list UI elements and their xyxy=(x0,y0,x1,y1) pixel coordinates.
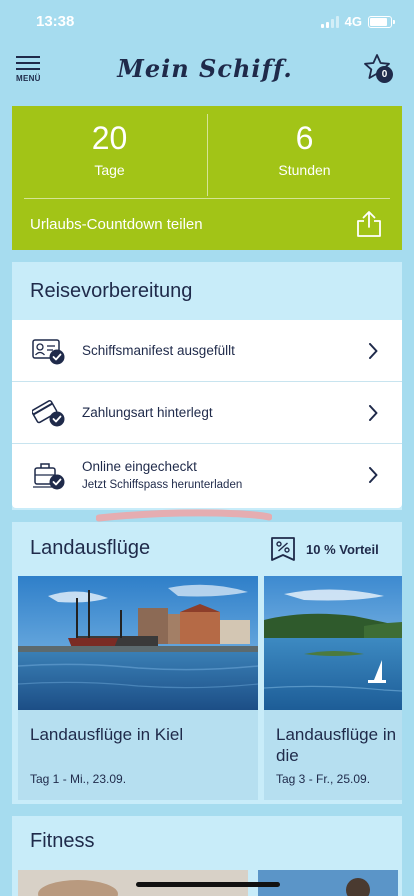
preparation-list: Schiffsmanifest ausgefüllt Zahlungsart h… xyxy=(12,320,402,508)
countdown-separator xyxy=(24,198,390,199)
discount-label: 10 % Vorteil xyxy=(306,541,379,557)
chevron-right-icon xyxy=(369,467,378,483)
section-title: Landausflüge xyxy=(30,537,151,559)
excursion-card-kiel[interactable]: Landausflüge in Kiel Tag 1 - Mi., 23.09. xyxy=(18,576,258,800)
list-item-label: Zahlungsart hinterlegt xyxy=(82,405,213,420)
brand-logo[interactable]: Mein Schiff. xyxy=(100,54,310,83)
excursion-card-title: Landausflüge in Fahrt durch die xyxy=(276,725,402,765)
hours-label: Stunden xyxy=(278,162,331,178)
excursions-section: Landausflüge 10 % Vorteil Landausflüge i… xyxy=(12,522,402,804)
signal-icon xyxy=(320,15,339,28)
percent-tag-icon xyxy=(271,537,295,561)
hours-value: 6 xyxy=(295,120,314,156)
fjord-sailboat-image xyxy=(264,576,402,710)
battery-icon xyxy=(368,15,395,28)
vacation-countdown: 20 Tage 6 Stunden Urlaubs-Countdown teil… xyxy=(12,106,402,250)
status-indicators: 4G xyxy=(320,14,395,29)
favorites-button[interactable]: 0 xyxy=(362,52,398,88)
luggage-check-icon xyxy=(33,463,65,490)
hamburger-icon xyxy=(16,56,40,58)
days-label: Tage xyxy=(94,162,125,178)
list-item-online-checkin[interactable]: Online eingecheckt Jetzt Schiffspass her… xyxy=(12,444,402,508)
share-icon[interactable] xyxy=(356,210,382,238)
days-value: 20 xyxy=(91,120,128,156)
app-header: MENÜ Mein Schiff. 0 xyxy=(0,44,414,100)
hamburger-icon-line xyxy=(16,62,40,64)
countdown-hours: 6 Stunden xyxy=(207,120,402,178)
section-title: Reisevorbereitung xyxy=(30,280,193,302)
list-item-label: Online eingecheckt xyxy=(82,459,197,474)
menu-label: MENÜ xyxy=(16,74,41,83)
excursion-card-date: Tag 3 - Fr., 25.09. xyxy=(276,772,371,786)
chevron-right-icon xyxy=(369,343,378,359)
list-item-label: Schiffsmanifest ausgefüllt xyxy=(82,343,235,358)
travel-preparation-section: Reisevorbereitung Schiffsmanifest ausgef… xyxy=(12,262,402,510)
section-title: Fitness xyxy=(30,830,95,852)
list-item-payment-method[interactable]: Zahlungsart hinterlegt xyxy=(12,382,402,444)
chevron-right-icon xyxy=(369,405,378,421)
favorites-count-badge: 0 xyxy=(376,66,393,83)
share-countdown-link[interactable]: Urlaubs-Countdown teilen xyxy=(30,216,203,233)
hamburger-icon-line xyxy=(16,68,40,70)
list-item-sublabel: Jetzt Schiffspass herunterladen xyxy=(82,479,243,491)
id-card-check-icon xyxy=(32,339,65,365)
status-time: 13:38 xyxy=(36,13,75,30)
excursion-card-date: Tag 1 - Mi., 23.09. xyxy=(30,772,127,786)
kiel-harbor-image xyxy=(18,576,258,710)
status-bar: 13:38 4G xyxy=(0,0,414,44)
excursion-card-title: Landausflüge in Kiel xyxy=(30,725,184,744)
credit-card-check-icon xyxy=(32,400,65,427)
network-label: 4G xyxy=(344,14,362,29)
excursion-card-fahrt[interactable]: Landausflüge in Fahrt durch die Tag 3 - … xyxy=(264,576,402,800)
menu-button[interactable]: MENÜ xyxy=(16,56,44,92)
countdown-days: 20 Tage xyxy=(12,120,207,178)
discount-badge[interactable]: 10 % Vorteil xyxy=(270,536,379,562)
home-indicator[interactable] xyxy=(136,882,280,887)
list-item-ship-manifest[interactable]: Schiffsmanifest ausgefüllt xyxy=(12,320,402,382)
